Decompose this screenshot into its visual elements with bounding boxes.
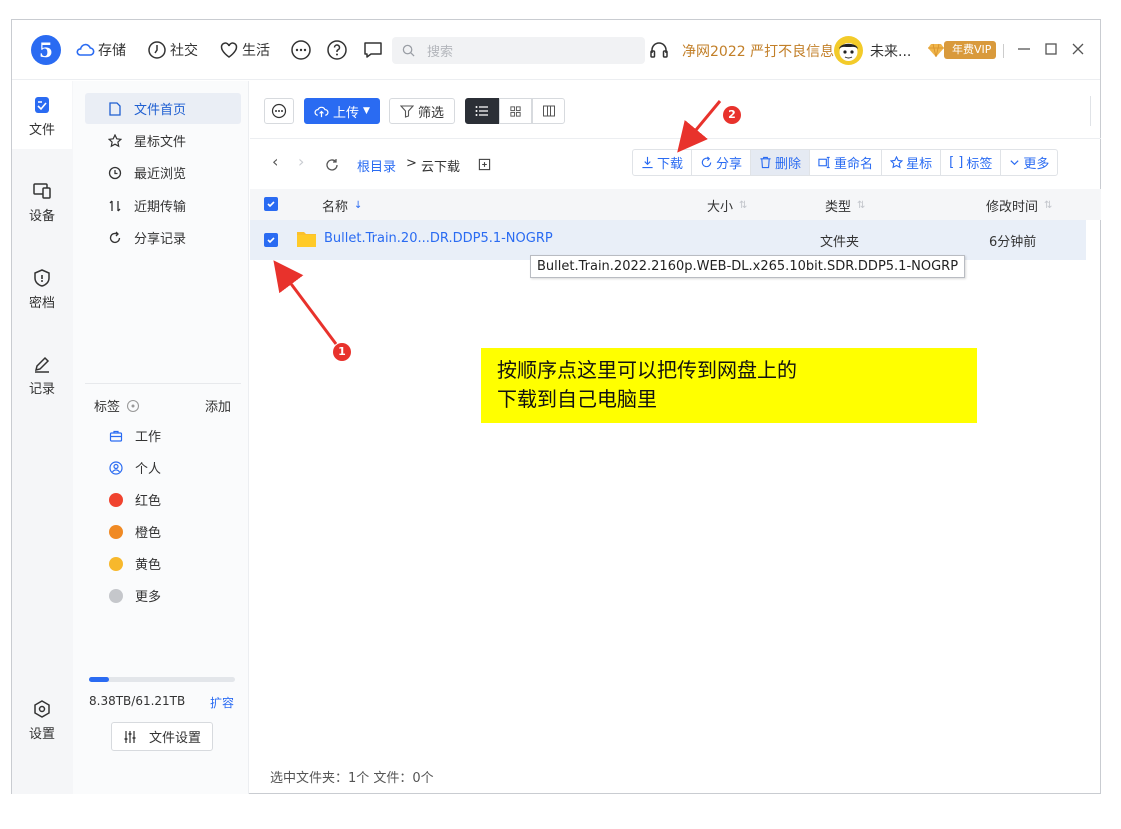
step-badge-2: 2 <box>723 106 741 124</box>
instruction-line-2: 下载到自己电脑里 <box>497 387 657 411</box>
instruction-note: 按顺序点这里可以把传到网盘上的 下载到自己电脑里 <box>481 348 977 423</box>
arrow-to-download <box>677 100 722 153</box>
arrow-to-checkbox <box>273 260 338 345</box>
step-badge-1: 1 <box>333 343 351 361</box>
instruction-line-1: 按顺序点这里可以把传到网盘上的 <box>497 358 797 382</box>
